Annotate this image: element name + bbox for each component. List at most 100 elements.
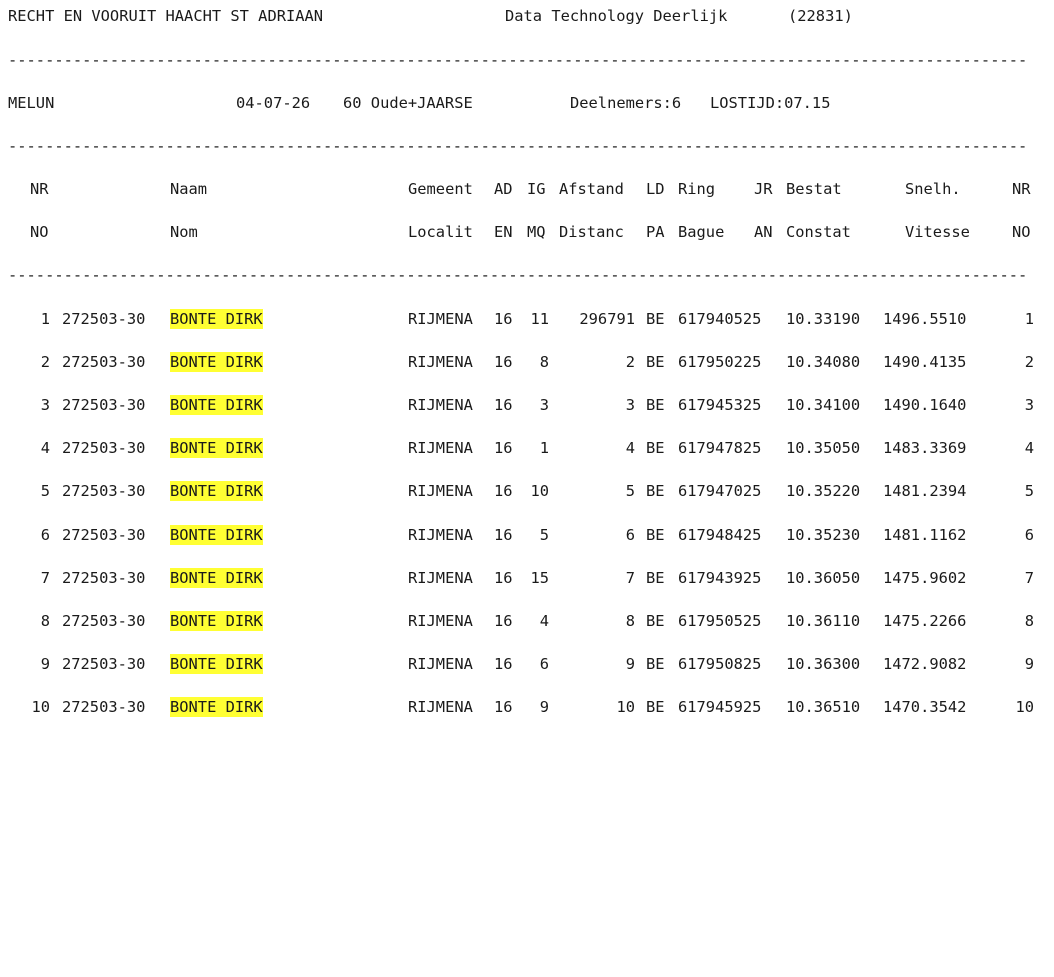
row-gemeente: RIJMENA: [408, 611, 473, 630]
row-nr: 4: [40, 439, 50, 458]
row-ad: 16: [494, 310, 513, 328]
row-member-id: 272503-30: [62, 525, 146, 544]
row-snelh: 1481.1162: [883, 525, 967, 544]
report-code: (22831): [788, 7, 853, 25]
row-name: BONTE DIRK: [170, 653, 263, 674]
report-title-line: RECHT EN VOORUIT HAACHT ST ADRIAAN Data …: [0, 6, 853, 26]
row-gemeente: RIJMENA: [408, 310, 473, 328]
row-ad: 16: [494, 396, 513, 415]
separator-line: ----------------------------------------…: [8, 137, 1028, 155]
row-ig: 5: [539, 525, 549, 544]
row-name: BONTE DIRK: [170, 481, 263, 502]
row-gemeente: RIJMENA: [408, 353, 473, 372]
row-bestat: 10.34100: [786, 396, 861, 415]
col-ig: IG: [527, 180, 546, 198]
column-header-fr: NO Nom Localit EN MQ Distanc PA Bague AN…: [0, 222, 1054, 242]
row-ring: 617947025: [678, 482, 762, 501]
table-row: 3 272503-30 BONTE DIRK RIJMENA 16 3 3 BE…: [0, 395, 1054, 416]
row-member-id: 272503-30: [62, 654, 146, 673]
col-bestat: Bestat: [786, 180, 842, 198]
row-bestat: 10.36510: [786, 697, 861, 716]
column-header-nl: NR Naam Gemeent AD IG Afstand LD Ring JR…: [0, 179, 1054, 199]
row-nr: 7: [40, 568, 50, 587]
row-nr: 2: [40, 353, 50, 372]
separator-line: ----------------------------------------…: [8, 51, 1028, 69]
table-row: 1 272503-30 BONTE DIRK RIJMENA 16 11 296…: [0, 309, 1054, 329]
row-nr2: 6: [1024, 525, 1034, 544]
race-place: MELUN: [8, 94, 55, 112]
table-row: 4 272503-30 BONTE DIRK RIJMENA 16 1 4 BE…: [0, 438, 1054, 459]
row-bestat: 10.34080: [786, 353, 861, 372]
row-ig: 15: [530, 568, 549, 587]
row-ad: 16: [494, 482, 513, 501]
row-member-id: 272503-30: [62, 396, 146, 415]
row-nr2: 5: [1024, 482, 1034, 501]
row-ig: 10: [530, 482, 549, 501]
row-ld: BE: [646, 353, 665, 372]
col-an: AN: [754, 223, 773, 241]
row-afstand: 10: [616, 697, 635, 716]
row-afstand: 296791: [579, 310, 635, 328]
table-row: 5 272503-30 BONTE DIRK RIJMENA 16 10 5 B…: [0, 481, 1054, 502]
row-name: BONTE DIRK: [170, 696, 263, 717]
row-nr2: 2: [1024, 353, 1034, 372]
row-ld: BE: [646, 611, 665, 630]
row-snelh: 1472.9082: [883, 654, 967, 673]
row-ad: 16: [494, 611, 513, 630]
row-bestat: 10.36300: [786, 654, 861, 673]
row-member-id: 272503-30: [62, 310, 146, 328]
row-ig: 8: [539, 353, 549, 372]
row-bestat: 10.35230: [786, 525, 861, 544]
table-row: 8 272503-30 BONTE DIRK RIJMENA 16 4 8 BE…: [0, 610, 1054, 631]
row-gemeente: RIJMENA: [408, 482, 473, 501]
row-snelh: 1483.3369: [883, 439, 967, 458]
col-vitesse: Vitesse: [905, 223, 970, 241]
row-afstand: 7: [625, 568, 635, 587]
row-snelh: 1496.5510: [883, 310, 967, 328]
row-member-id: 272503-30: [62, 353, 146, 372]
row-ring: 617940525: [678, 310, 762, 328]
row-nr2: 8: [1024, 611, 1034, 630]
row-name: BONTE DIRK: [170, 610, 263, 631]
row-ld: BE: [646, 439, 665, 458]
row-ring: 617945925: [678, 697, 762, 716]
row-gemeente: RIJMENA: [408, 439, 473, 458]
table-row: 7 272503-30 BONTE DIRK RIJMENA 16 15 7 B…: [0, 567, 1054, 588]
row-ig: 1: [539, 439, 549, 458]
row-ad: 16: [494, 525, 513, 544]
row-afstand: 5: [625, 482, 635, 501]
row-ig: 11: [530, 310, 549, 328]
col-ad: AD: [494, 180, 513, 198]
row-ld: BE: [646, 310, 665, 328]
row-nr: 6: [40, 525, 50, 544]
row-ig: 4: [539, 611, 549, 630]
row-ring: 617950825: [678, 654, 762, 673]
row-name: BONTE DIRK: [170, 352, 263, 373]
row-nr: 5: [40, 482, 50, 501]
race-release-time: LOSTIJD:07.15: [710, 94, 831, 112]
row-member-id: 272503-30: [62, 611, 146, 630]
row-nr2: 9: [1024, 654, 1034, 673]
race-info-line: MELUN 04-07-26 60 Oude+JAARSE Deelnemers…: [0, 93, 830, 113]
row-nr: 10: [31, 697, 50, 716]
row-ring: 617948425: [678, 525, 762, 544]
col-en: EN: [494, 223, 513, 241]
row-snelh: 1481.2394: [883, 482, 967, 501]
col-nr2: NR: [1012, 180, 1031, 198]
col-no2: NO: [1012, 223, 1031, 241]
club-name: RECHT EN VOORUIT HAACHT ST ADRIAAN: [8, 7, 324, 25]
row-nr2: 1: [1024, 310, 1034, 328]
col-jr: JR: [754, 180, 773, 198]
row-ad: 16: [494, 654, 513, 673]
row-bestat: 10.35050: [786, 439, 861, 458]
row-bestat: 10.36110: [786, 611, 861, 630]
col-ring: Ring: [678, 180, 716, 198]
row-ring: 617947825: [678, 439, 762, 458]
row-nr: 8: [40, 611, 50, 630]
row-ring: 617950525: [678, 611, 762, 630]
row-bestat: 10.35220: [786, 482, 861, 501]
row-bestat: 10.36050: [786, 568, 861, 587]
col-no: NO: [30, 223, 49, 241]
table-row: 2 272503-30 BONTE DIRK RIJMENA 16 8 2 BE…: [0, 352, 1054, 373]
row-member-id: 272503-30: [62, 568, 146, 587]
